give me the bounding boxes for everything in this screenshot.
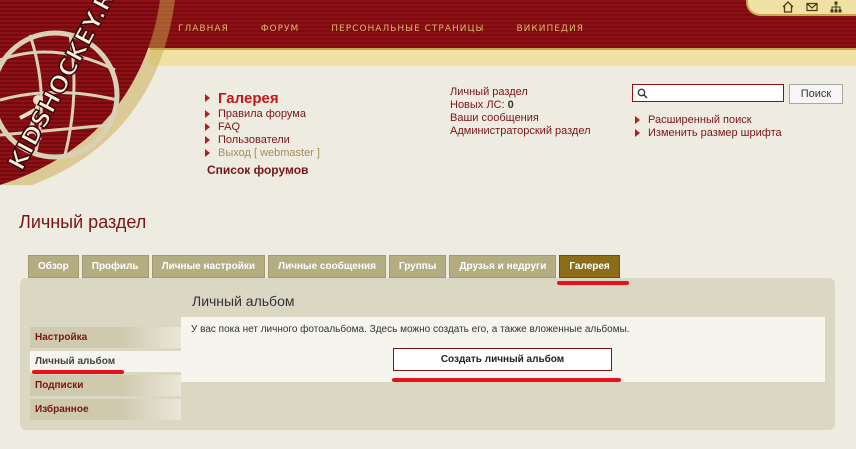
- side-item-subscriptions[interactable]: Подписки: [30, 375, 181, 396]
- faq-link[interactable]: FAQ: [205, 120, 320, 133]
- side-menu: Настройка Личный альбом Подписки Избранн…: [30, 327, 181, 423]
- header-links: Галерея Правила форума FAQ Пользователи …: [205, 89, 320, 177]
- faq-link-label[interactable]: FAQ: [218, 121, 240, 133]
- tab-groups[interactable]: Группы: [388, 255, 447, 278]
- tab-friends-foes[interactable]: Друзья и недруги: [449, 255, 557, 278]
- side-item-favorites[interactable]: Избранное: [30, 399, 181, 420]
- icon-tray: [746, 0, 856, 16]
- new-pm-label[interactable]: Новых ЛС:: [450, 99, 505, 111]
- sitemap-icon[interactable]: [830, 1, 842, 13]
- create-album-button[interactable]: Создать личный альбом: [393, 348, 612, 371]
- rules-link-label[interactable]: Правила форума: [218, 108, 306, 120]
- nav-wiki[interactable]: ВИКИПЕДИЯ: [516, 24, 584, 34]
- search-input[interactable]: [632, 84, 784, 102]
- highlight-mark-personal-album: [32, 370, 124, 374]
- side-item-personal-album[interactable]: Личный альбом: [30, 351, 181, 372]
- search-button[interactable]: Поиск: [789, 84, 843, 104]
- new-pm-count: 0: [507, 99, 514, 111]
- users-link-label[interactable]: Пользователи: [218, 134, 290, 146]
- tab-personal-settings[interactable]: Личные настройки: [151, 255, 266, 278]
- gold-stripe: [150, 48, 856, 66]
- gallery-link-label[interactable]: Галерея: [218, 90, 279, 107]
- profile-tabs: Обзор Профиль Личные настройки Личные со…: [28, 255, 620, 278]
- your-messages-link[interactable]: Ваши сообщения: [450, 112, 591, 125]
- admin-section-link[interactable]: Администраторский раздел: [450, 125, 591, 138]
- nav-home[interactable]: ГЛАВНАЯ: [178, 24, 229, 34]
- panel-title: Личный альбом: [192, 293, 295, 309]
- side-item-settings[interactable]: Настройка: [30, 327, 181, 348]
- kidshockey-logo[interactable]: KIDSHOCKEY.RU: [0, 0, 175, 185]
- tab-overview[interactable]: Обзор: [28, 255, 79, 278]
- gallery-link[interactable]: Галерея: [205, 89, 320, 107]
- tab-profile[interactable]: Профиль: [81, 255, 149, 278]
- rules-link[interactable]: Правила форума: [205, 107, 320, 120]
- advanced-search-label[interactable]: Расширенный поиск: [648, 114, 752, 126]
- new-pm-link[interactable]: Новых ЛС: 0: [450, 99, 591, 112]
- mail-icon[interactable]: [806, 1, 818, 13]
- font-size-label[interactable]: Изменить размер шрифта: [648, 127, 782, 139]
- top-nav: ГЛАВНАЯ ФОРУМ ПЕРСОНАЛЬНЫЕ СТРАНИЦЫ ВИКИ…: [178, 24, 616, 34]
- nav-personal-pages[interactable]: ПЕРСОНАЛЬНЫЕ СТРАНИЦЫ: [331, 24, 484, 34]
- logout-link-label[interactable]: Выход [ webmaster ]: [218, 147, 320, 159]
- user-links: Личный раздел Новых ЛС: 0 Ваши сообщения…: [450, 86, 591, 138]
- highlight-mark-create-button: [392, 378, 621, 382]
- search-links: Расширенный поиск Изменить размер шрифта: [635, 113, 782, 139]
- forum-list-link[interactable]: Список форумов: [207, 163, 320, 177]
- tab-gallery[interactable]: Галерея: [559, 255, 620, 278]
- page-title: Личный раздел: [19, 212, 147, 232]
- tab-private-messages[interactable]: Личные сообщения: [268, 255, 386, 278]
- logout-link[interactable]: Выход [ webmaster ]: [205, 146, 320, 159]
- users-link[interactable]: Пользователи: [205, 133, 320, 146]
- search-icon: [637, 88, 648, 99]
- highlight-mark-gallery-tab: [557, 281, 629, 285]
- personal-section-link[interactable]: Личный раздел: [450, 86, 591, 99]
- font-size-link[interactable]: Изменить размер шрифта: [635, 126, 782, 139]
- home-icon[interactable]: [782, 1, 794, 13]
- nav-forum[interactable]: ФОРУМ: [261, 24, 300, 34]
- advanced-search-link[interactable]: Расширенный поиск: [635, 113, 782, 126]
- no-album-message: У вас пока нет личного фотоальбома. Здес…: [191, 324, 630, 335]
